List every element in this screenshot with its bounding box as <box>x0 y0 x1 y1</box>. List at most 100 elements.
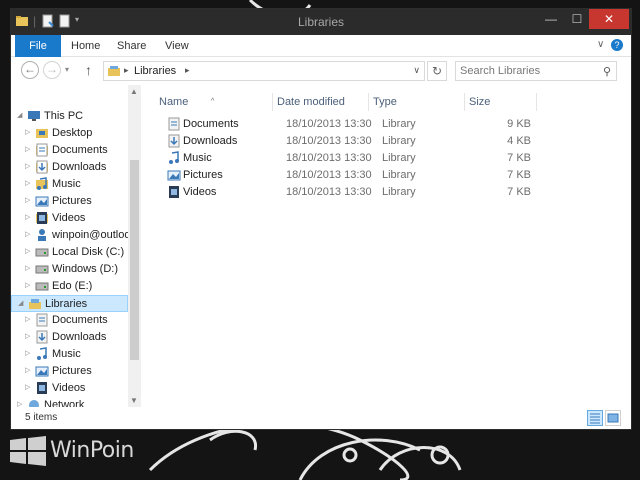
scroll-down-icon[interactable]: ▼ <box>130 396 138 405</box>
collapsed-arrow-icon[interactable]: ▷ <box>25 230 30 238</box>
breadcrumb-libraries[interactable]: Libraries <box>134 65 176 77</box>
collapsed-arrow-icon[interactable]: ▷ <box>25 315 30 323</box>
help-icon[interactable]: ? <box>611 39 623 51</box>
documents-library-icon <box>36 313 48 327</box>
file-size: 7 KB <box>507 169 531 181</box>
drive-icon <box>35 248 49 257</box>
file-date-modified: 18/10/2013 13:30 <box>286 186 372 198</box>
nav-tree-item[interactable]: ◢ Libraries <box>11 295 128 312</box>
search-input[interactable]: Search Libraries ⚲ <box>455 61 617 81</box>
maximize-button[interactable]: ☐ <box>563 9 591 29</box>
collapsed-arrow-icon[interactable]: ▷ <box>25 128 30 136</box>
nav-tree-label: Network <box>44 399 85 407</box>
search-placeholder: Search Libraries <box>460 65 541 77</box>
nav-tree-item[interactable]: ▷ Music <box>11 346 128 363</box>
file-name: Documents <box>183 118 239 130</box>
file-type: Library <box>382 135 416 147</box>
large-icons-view-button[interactable] <box>605 410 621 426</box>
file-name: Music <box>183 152 212 164</box>
collapsed-arrow-icon[interactable]: ▷ <box>25 162 30 170</box>
file-size: 4 KB <box>507 135 531 147</box>
nav-tree-label: Windows (D:) <box>52 263 119 275</box>
nav-tree-item[interactable]: ▷ Pictures <box>11 193 128 210</box>
file-row[interactable]: Videos 18/10/2013 13:30 Library 7 KB <box>155 184 535 201</box>
nav-tree-label: Music <box>52 178 81 190</box>
videos-library-icon <box>37 382 47 394</box>
nav-tree-item[interactable]: ▷ winpoin@outlook <box>11 227 128 244</box>
close-button[interactable]: ✕ <box>589 9 629 29</box>
nav-tree-label: Edo (E:) <box>52 280 93 292</box>
tab-home[interactable]: Home <box>63 35 108 57</box>
collapsed-arrow-icon[interactable]: ▷ <box>25 264 30 272</box>
nav-tree-item[interactable]: ▷ Network <box>11 397 128 407</box>
file-row[interactable]: Music 18/10/2013 13:30 Library 7 KB <box>155 150 535 167</box>
column-header-size[interactable]: Size <box>465 93 537 111</box>
collapsed-arrow-icon[interactable]: ▷ <box>25 383 30 391</box>
nav-tree-item[interactable]: ▷ Videos <box>11 380 128 397</box>
expand-ribbon-icon[interactable]: ∨ <box>597 39 604 50</box>
address-dropdown-icon[interactable]: ∨ <box>413 65 420 76</box>
documents-library-icon <box>168 117 180 131</box>
scroll-thumb[interactable] <box>130 160 139 360</box>
nav-tree-item[interactable]: ▷ Windows (D:) <box>11 261 128 278</box>
back-button[interactable]: ← <box>21 61 39 79</box>
nav-tree-item[interactable]: ▷ Documents <box>11 142 128 159</box>
up-button[interactable]: ↑ <box>85 62 92 78</box>
collapsed-arrow-icon[interactable]: ▷ <box>25 366 30 374</box>
file-row[interactable]: Downloads 18/10/2013 13:30 Library 4 KB <box>155 133 535 150</box>
tab-view[interactable]: View <box>157 35 197 57</box>
collapsed-arrow-icon[interactable]: ▷ <box>25 332 30 340</box>
nav-tree-label: Downloads <box>52 331 107 343</box>
title-bar[interactable]: | ▾ Libraries — ☐ ✕ <box>11 9 631 35</box>
collapsed-arrow-icon[interactable]: ▷ <box>25 145 30 153</box>
collapsed-arrow-icon[interactable]: ▷ <box>25 179 30 187</box>
nav-scrollbar[interactable]: ▲ ▼ <box>128 85 141 407</box>
nav-tree-item[interactable]: ▷ Music <box>11 176 128 193</box>
file-row[interactable]: Pictures 18/10/2013 13:30 Library 7 KB <box>155 167 535 184</box>
file-size: 7 KB <box>507 152 531 164</box>
minimize-button[interactable]: — <box>537 9 565 29</box>
address-bar[interactable]: ▸ Libraries ▸ ∨ <box>103 61 425 81</box>
nav-tree-item[interactable]: ▷ Downloads <box>11 329 128 346</box>
file-date-modified: 18/10/2013 13:30 <box>286 152 372 164</box>
column-header-type[interactable]: Type <box>369 93 465 111</box>
file-date-modified: 18/10/2013 13:30 <box>286 118 372 130</box>
file-name: Pictures <box>183 169 223 181</box>
column-header-date[interactable]: Date modified <box>273 93 369 111</box>
nav-tree-item[interactable]: ▷ Downloads <box>11 159 128 176</box>
nav-tree-item[interactable]: ▷ Videos <box>11 210 128 227</box>
tab-file[interactable]: File <box>15 35 61 57</box>
pictures-folder-icon <box>35 196 49 207</box>
scroll-up-icon[interactable]: ▲ <box>130 87 138 96</box>
nav-tree-item[interactable]: ▷ Local Disk (C:) <box>11 244 128 261</box>
forward-button[interactable]: → <box>43 61 61 79</box>
file-date-modified: 18/10/2013 13:30 <box>286 135 372 147</box>
drive-icon <box>35 282 49 291</box>
collapsed-arrow-icon[interactable]: ▷ <box>25 196 30 204</box>
tab-share[interactable]: Share <box>109 35 154 57</box>
breadcrumb-separator-icon[interactable]: ▸ <box>124 65 129 76</box>
nav-tree-item[interactable]: ▷ Documents <box>11 312 128 329</box>
expanded-arrow-icon[interactable]: ◢ <box>17 111 22 119</box>
nav-tree-item[interactable]: ◢ This PC <box>11 108 128 125</box>
recent-locations-icon[interactable]: ▾ <box>65 65 69 74</box>
collapsed-arrow-icon[interactable]: ▷ <box>25 247 30 255</box>
collapsed-arrow-icon[interactable]: ▷ <box>25 349 30 357</box>
collapsed-arrow-icon[interactable]: ▷ <box>25 281 30 289</box>
nav-tree-item[interactable]: ▷ Pictures <box>11 363 128 380</box>
nav-tree-label: Local Disk (C:) <box>52 246 125 258</box>
breadcrumb-separator-icon[interactable]: ▸ <box>185 65 190 76</box>
music-folder-icon <box>36 177 48 190</box>
expanded-arrow-icon[interactable]: ◢ <box>18 299 23 307</box>
column-header-name[interactable]: Name ^ <box>155 93 273 111</box>
nav-tree-item[interactable]: ▷ Edo (E:) <box>11 278 128 295</box>
details-view-button[interactable] <box>587 410 603 426</box>
nav-tree-label: winpoin@outlook <box>52 229 128 241</box>
search-icon[interactable]: ⚲ <box>603 65 611 78</box>
collapsed-arrow-icon[interactable]: ▷ <box>25 213 30 221</box>
file-row[interactable]: Documents 18/10/2013 13:30 Library 9 KB <box>155 116 535 133</box>
file-type: Library <box>382 186 416 198</box>
collapsed-arrow-icon[interactable]: ▷ <box>17 400 22 407</box>
refresh-button[interactable]: ↻ <box>427 61 447 81</box>
nav-tree-item[interactable]: ▷ Desktop <box>11 125 128 142</box>
